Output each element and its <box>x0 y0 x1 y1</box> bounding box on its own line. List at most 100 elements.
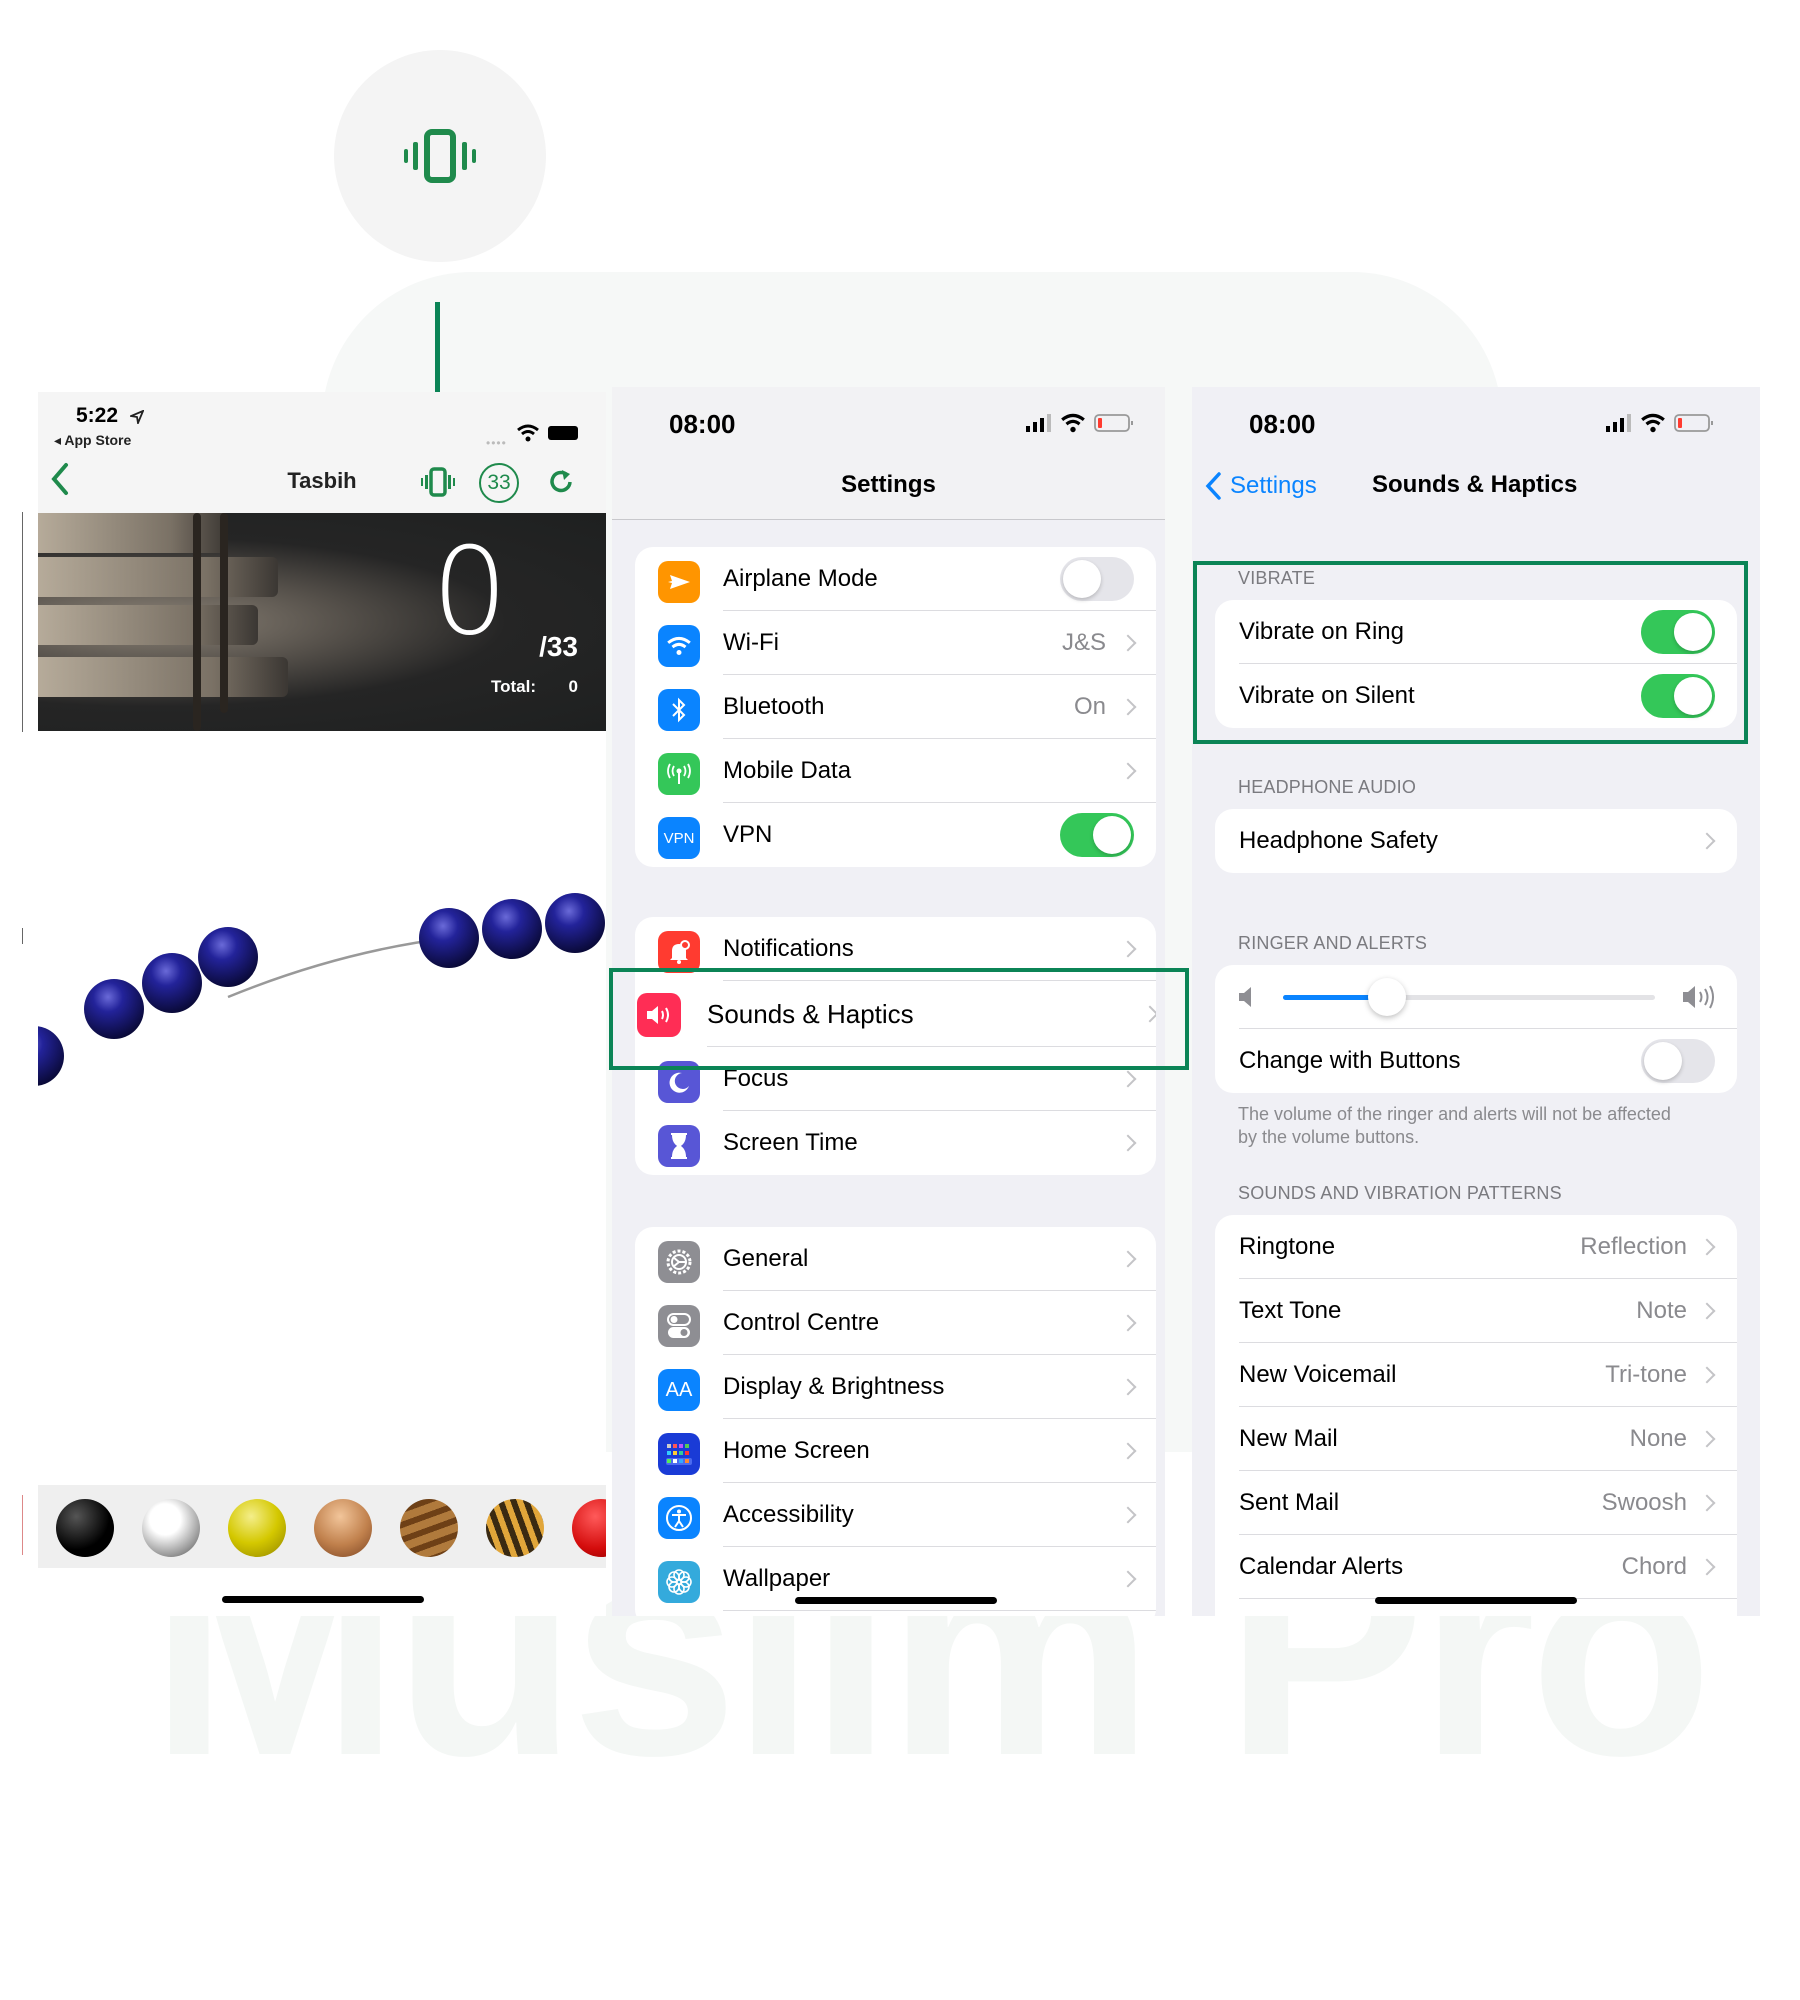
bead-style-picker <box>38 1485 606 1568</box>
text-size-icon: AA <box>658 1369 700 1411</box>
section-header-headphone: HEADPHONE AUDIO <box>1238 777 1417 797</box>
tasbih-title: Tasbih <box>287 468 357 493</box>
antenna-icon <box>658 753 700 795</box>
bead-option-copper[interactable] <box>314 1499 372 1557</box>
tasbih-screen: 5:22 ◂ App Store •••• Tasbih 33 0 /33 To… <box>38 392 606 1616</box>
setting-label: New Mail <box>1239 1425 1338 1452</box>
settings-item-mobile-data[interactable]: Mobile Data <box>635 739 1156 803</box>
total-value: 0 <box>568 677 578 696</box>
settings-item-bluetooth[interactable]: Bluetooth On <box>635 675 1156 739</box>
pattern-row-new-mail[interactable]: New Mail None <box>1215 1407 1737 1471</box>
chevron-right-icon <box>1119 634 1137 652</box>
chevron-right-icon <box>1119 1506 1137 1524</box>
cellular-signal-icon <box>1026 414 1051 432</box>
settings-item-accessibility[interactable]: Accessibility <box>635 1483 1156 1547</box>
pattern-row-text-tone[interactable]: Text Tone Note <box>1215 1279 1737 1343</box>
settings-item-airplane-mode[interactable]: Airplane Mode <box>635 547 1156 611</box>
bead <box>482 899 542 959</box>
panel-edge <box>22 928 23 944</box>
setting-label: New Voicemail <box>1239 1361 1397 1388</box>
bead <box>545 893 605 953</box>
settings-item-label: Wi-Fi <box>723 629 779 656</box>
chevron-right-icon <box>1119 762 1137 780</box>
setting-value: None <box>1629 1425 1687 1452</box>
back-to-app-store[interactable]: ◂ App Store <box>54 432 131 449</box>
home-grid-icon <box>658 1433 700 1475</box>
accessibility-icon <box>658 1497 700 1539</box>
change-with-buttons-row: Change with Buttons <box>1215 1029 1737 1093</box>
pattern-row-ringtone[interactable]: Ringtone Reflection <box>1215 1215 1737 1279</box>
settings-item-label: Screen Time <box>723 1129 858 1156</box>
settings-header <box>612 387 1165 520</box>
airplane-mode-toggle[interactable] <box>1060 557 1134 601</box>
tasbih-header: 5:22 ◂ App Store •••• Tasbih 33 <box>38 392 606 513</box>
bead-option-yellow[interactable] <box>228 1499 286 1557</box>
target-count-button[interactable]: 33 <box>479 463 519 503</box>
bead-option-silver[interactable] <box>142 1499 200 1557</box>
wifi-icon <box>1061 413 1085 433</box>
status-time: 5:22 <box>76 404 119 427</box>
bell-icon <box>658 931 700 973</box>
chevron-right-icon <box>1698 1302 1716 1320</box>
settings-item-wifi[interactable]: Wi-Fi J&S <box>635 611 1156 675</box>
pattern-row-sent-mail[interactable]: Sent Mail Swoosh <box>1215 1471 1737 1535</box>
bead-option-wood[interactable] <box>400 1499 458 1557</box>
bluetooth-status-value: On <box>1073 693 1106 720</box>
volume-high-icon <box>1683 985 1714 1009</box>
settings-item-label: Bluetooth <box>723 693 825 720</box>
settings-item-label: Control Centre <box>723 1309 880 1336</box>
settings-item-label: Display & Brightness <box>723 1373 945 1400</box>
settings-item-general[interactable]: General <box>635 1227 1156 1291</box>
signal-dots-icon: •••• <box>486 436 507 450</box>
settings-group-connectivity: Airplane Mode Wi-Fi J&S Bluetooth On Mob… <box>635 547 1156 867</box>
home-indicator <box>222 1596 424 1603</box>
settings-group-general: General Control Centre AA Display & Brig… <box>635 1227 1156 1616</box>
back-button[interactable]: Settings <box>1204 471 1317 501</box>
change-with-buttons-toggle[interactable] <box>1641 1039 1715 1083</box>
vpn-toggle[interactable] <box>1060 813 1134 857</box>
home-indicator <box>1375 1597 1577 1604</box>
setting-label: Text Tone <box>1239 1297 1342 1324</box>
ringer-volume-row <box>1215 965 1737 1029</box>
bead-option-black[interactable] <box>56 1499 114 1557</box>
settings-item-label: General <box>723 1245 809 1272</box>
panel-edge <box>22 1495 23 1555</box>
pattern-row-calendar-alerts[interactable]: Calendar Alerts Chord <box>1215 1535 1737 1599</box>
battery-icon <box>548 426 578 440</box>
switches-icon <box>658 1305 700 1347</box>
tasbih-bead-string[interactable] <box>38 812 606 1132</box>
chevron-right-icon <box>1119 1378 1137 1396</box>
headphone-group: Headphone Safety <box>1215 809 1737 873</box>
status-icons <box>1606 413 1714 433</box>
pattern-row-new-voicemail[interactable]: New Voicemail Tri-tone <box>1215 1343 1737 1407</box>
chevron-right-icon <box>1119 1442 1137 1460</box>
setting-value: Chord <box>1621 1553 1687 1580</box>
wifi-network-value: J&S <box>1061 629 1106 656</box>
settings-item-display-brightness[interactable]: AA Display & Brightness <box>635 1355 1156 1419</box>
vibrate-icon <box>404 129 476 183</box>
vibrate-callout <box>334 50 546 262</box>
cellular-signal-icon <box>1606 414 1631 432</box>
reset-icon[interactable] <box>548 468 576 496</box>
settings-item-vpn[interactable]: VPN VPN <box>635 803 1156 867</box>
settings-item-home-screen[interactable]: Home Screen <box>635 1419 1156 1483</box>
slider-thumb[interactable] <box>1368 978 1407 1016</box>
wifi-icon <box>658 625 700 667</box>
status-time: 08:00 <box>1249 409 1316 439</box>
bead-option-tiger-eye[interactable] <box>486 1499 544 1557</box>
counter-banner[interactable]: 0 /33 Total: 0 <box>38 513 606 731</box>
settings-item-label: Wallpaper <box>723 1565 831 1592</box>
status-icons <box>1026 413 1134 433</box>
ringer-volume-slider[interactable] <box>1283 978 1655 1016</box>
setting-label: Sent Mail <box>1239 1489 1340 1516</box>
headphone-safety-row[interactable]: Headphone Safety <box>1215 809 1737 873</box>
settings-item-screen-time[interactable]: Screen Time <box>635 1111 1156 1175</box>
chevron-right-icon <box>1119 940 1137 958</box>
ringer-group: Change with Buttons <box>1215 965 1737 1093</box>
page-title: Settings <box>841 471 936 498</box>
bead-option-red[interactable] <box>572 1499 606 1557</box>
vibrate-toggle-icon[interactable] <box>420 466 456 498</box>
current-count: 0 <box>431 523 508 662</box>
volume-low-icon <box>1239 987 1251 1007</box>
settings-item-control-centre[interactable]: Control Centre <box>635 1291 1156 1355</box>
